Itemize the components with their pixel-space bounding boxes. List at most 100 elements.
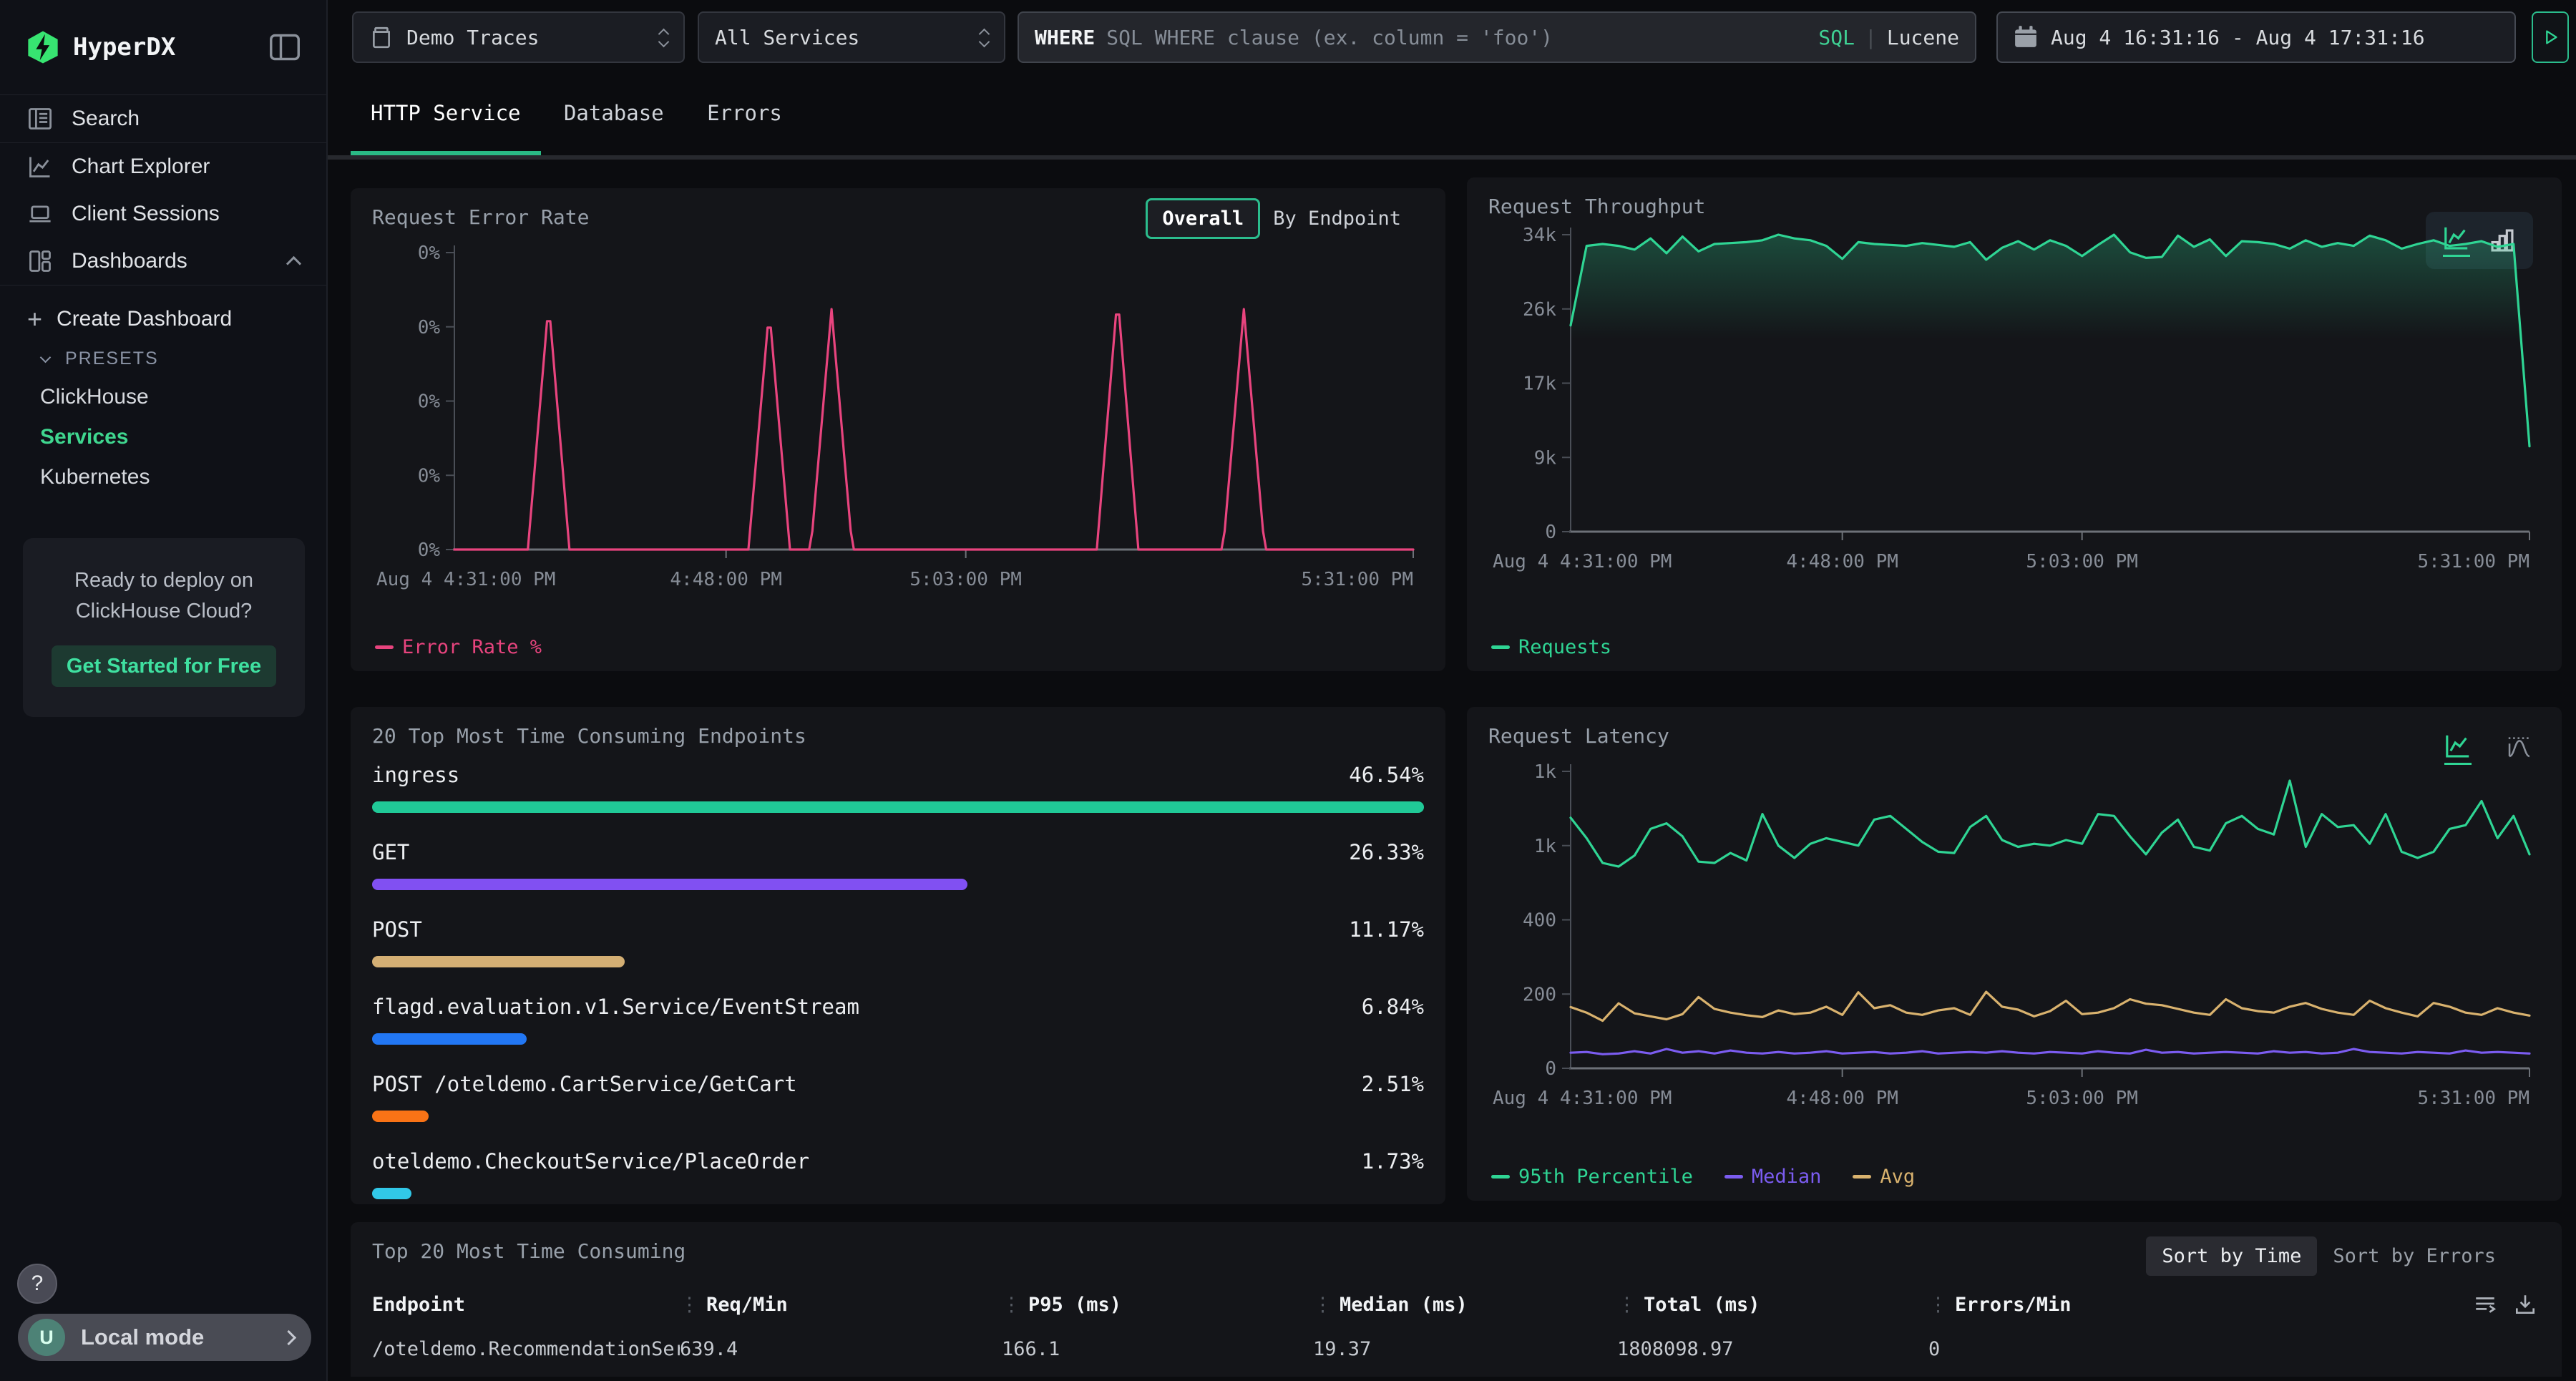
legend-label: Median: [1752, 1166, 1822, 1188]
table-cell: /oteldemo.RecommendationServ: [372, 1338, 680, 1360]
drag-handle-icon[interactable]: ⋮: [1617, 1294, 1636, 1316]
chart-explorer-icon: [27, 154, 53, 180]
sidebar-item-kubernetes[interactable]: Kubernetes: [0, 457, 326, 497]
time-range-value: Aug 4 16:31:16 - Aug 4 17:31:16: [2051, 26, 2425, 49]
help-button[interactable]: ?: [17, 1264, 57, 1304]
by-endpoint-toggle-button[interactable]: By Endpoint: [1260, 200, 1414, 237]
table-header-cell[interactable]: ⋮ Total (ms): [1617, 1294, 1928, 1316]
sort-by-time-button[interactable]: Sort by Time: [2146, 1236, 2317, 1276]
user-menu[interactable]: U Local mode: [18, 1314, 311, 1361]
sidebar-collapse-icon[interactable]: [269, 33, 301, 62]
endpoint-item[interactable]: POST /oteldemo.CartService/GetCart2.51%: [372, 1072, 1424, 1122]
table-cell: 19.37: [1313, 1338, 1617, 1360]
svg-text:1k: 1k: [1534, 761, 1557, 783]
legend-item[interactable]: Error Rate %: [375, 636, 542, 658]
endpoint-percent: 26.33%: [1349, 840, 1424, 864]
selector-chevrons-icon: [980, 26, 988, 49]
sql-mode-toggle[interactable]: SQL: [1818, 26, 1855, 49]
drag-handle-icon[interactable]: ⋮: [680, 1294, 699, 1316]
endpoint-item[interactable]: flagd.evaluation.v1.Service/EventStream6…: [372, 995, 1424, 1045]
legend-item[interactable]: Avg: [1853, 1166, 1915, 1188]
svg-text:0%: 0%: [418, 465, 441, 487]
presets-section-toggle[interactable]: PRESETS: [0, 340, 326, 377]
search-logs-icon: [27, 106, 53, 132]
table-header-cell[interactable]: ⋮Median (ms): [1313, 1294, 1617, 1316]
laptop-icon: [27, 201, 53, 227]
legend-label: 95th Percentile: [1518, 1166, 1693, 1188]
sidebar-item-clickhouse[interactable]: ClickHouse: [0, 377, 326, 417]
endpoint-label: oteldemo.CheckoutService/PlaceOrder: [372, 1149, 809, 1173]
search-input[interactable]: WHERE SQL WHERE clause (ex. column = 'fo…: [1018, 11, 1976, 63]
endpoint-bar: [372, 879, 967, 890]
drag-handle-icon[interactable]: ⋮: [1002, 1294, 1021, 1316]
play-icon: [2540, 26, 2561, 48]
create-dashboard-button[interactable]: + Create Dashboard: [0, 298, 326, 340]
table-row[interactable]: /oteldemo.RecommendationServ639.4166.119…: [372, 1338, 2483, 1360]
tab-http-service[interactable]: HTTP Service: [351, 75, 541, 155]
table-header-cell[interactable]: Endpoint: [372, 1294, 680, 1316]
svg-text:0%: 0%: [418, 540, 441, 561]
legend-item[interactable]: Requests: [1491, 636, 1611, 658]
sidebar-item-chart-explorer[interactable]: Chart Explorer: [0, 143, 326, 190]
legend-item[interactable]: Median: [1724, 1166, 1822, 1188]
chart-legend: Error Rate %: [375, 636, 542, 658]
endpoint-bar: [372, 1111, 429, 1122]
table-header-cell[interactable]: ⋮ P95 (ms): [1002, 1294, 1313, 1316]
sidebar-item-services[interactable]: Services: [0, 417, 326, 457]
sidebar-item-dashboards[interactable]: Dashboards: [0, 238, 326, 285]
app-title: HyperDX: [73, 33, 269, 62]
table-header-cell[interactable]: ⋮Req/Min: [680, 1294, 1002, 1316]
table-header-row: Endpoint⋮Req/Min⋮P95 (ms)⋮Median (ms)⋮To…: [372, 1294, 2483, 1316]
column-label: P95 (ms): [1028, 1294, 1121, 1316]
user-mode-label: Local mode: [81, 1324, 283, 1350]
throughput-chart: 09k17k26k34kAug 4 4:31:00 PM4:48:00 PM5:…: [1488, 220, 2540, 585]
download-icon[interactable]: [2513, 1292, 2537, 1317]
svg-text:26k: 26k: [1523, 299, 1556, 321]
expand-rows-icon[interactable]: [2473, 1292, 2497, 1317]
time-range-picker[interactable]: Aug 4 16:31:16 - Aug 4 17:31:16: [1996, 11, 2516, 63]
plus-icon: +: [27, 306, 42, 332]
legend-dash-icon: [1853, 1175, 1871, 1179]
table-actions: [2473, 1292, 2537, 1317]
endpoint-item[interactable]: oteldemo.CheckoutService/PlaceOrder1.73%: [372, 1149, 1424, 1199]
column-label: Endpoint: [372, 1294, 465, 1316]
service-select[interactable]: All Services: [698, 11, 1005, 63]
svg-text:5:31:00 PM: 5:31:00 PM: [2417, 1088, 2529, 1109]
svg-text:200: 200: [1523, 984, 1556, 1005]
tab-errors[interactable]: Errors: [687, 75, 802, 155]
preset-label: ClickHouse: [40, 385, 149, 409]
histogram-icon[interactable]: [2506, 733, 2533, 760]
drag-handle-icon[interactable]: ⋮: [1313, 1294, 1332, 1316]
sort-by-errors-button[interactable]: Sort by Errors: [2317, 1236, 2512, 1276]
sidebar-item-search[interactable]: Search: [0, 95, 326, 142]
panel-title: Request Throughput: [1488, 195, 1705, 218]
endpoint-item[interactable]: POST11.17%: [372, 917, 1424, 967]
tab-database[interactable]: Database: [544, 75, 684, 155]
endpoint-item[interactable]: GET26.33%: [372, 840, 1424, 890]
endpoint-item[interactable]: ingress46.54%: [372, 763, 1424, 813]
error-rate-chart: 0%0%0%0%0%Aug 4 4:31:00 PM4:48:00 PM5:03…: [372, 238, 1424, 603]
endpoint-percent: 2.51%: [1362, 1072, 1424, 1096]
latency-chart: 02004001k1kAug 4 4:31:00 PM4:48:00 PM5:0…: [1488, 757, 2540, 1122]
avatar: U: [28, 1319, 65, 1356]
table-header-cell[interactable]: ⋮Errors/Min: [1928, 1294, 2483, 1316]
drag-handle-icon[interactable]: ⋮: [1928, 1294, 1948, 1316]
sidebar-item-label: Chart Explorer: [72, 155, 210, 179]
svg-text:4:48:00 PM: 4:48:00 PM: [1786, 1088, 1898, 1109]
run-query-button[interactable]: [2532, 11, 2569, 63]
table-cell: 0: [1928, 1338, 2483, 1360]
lang-divider: |: [1865, 26, 1877, 49]
legend-item[interactable]: 95th Percentile: [1491, 1166, 1693, 1188]
sidebar-item-client-sessions[interactable]: Client Sessions: [0, 190, 326, 238]
topbar: Demo Traces All Services WHERE SQL WHERE…: [328, 0, 2576, 75]
get-started-button[interactable]: Get Started for Free: [52, 645, 276, 687]
legend-dash-icon: [1491, 645, 1510, 649]
legend-label: Error Rate %: [402, 636, 542, 658]
overall-toggle-button[interactable]: Overall: [1146, 198, 1260, 239]
endpoint-bar: [372, 956, 625, 967]
column-label: Total (ms): [1644, 1294, 1760, 1316]
lucene-mode-toggle[interactable]: Lucene: [1887, 26, 1959, 49]
dashboard-grid: Request Error Rate Overall By Endpoint 0…: [328, 160, 2576, 1377]
table-cell: 639.4: [680, 1338, 1002, 1360]
source-select[interactable]: Demo Traces: [352, 11, 685, 63]
